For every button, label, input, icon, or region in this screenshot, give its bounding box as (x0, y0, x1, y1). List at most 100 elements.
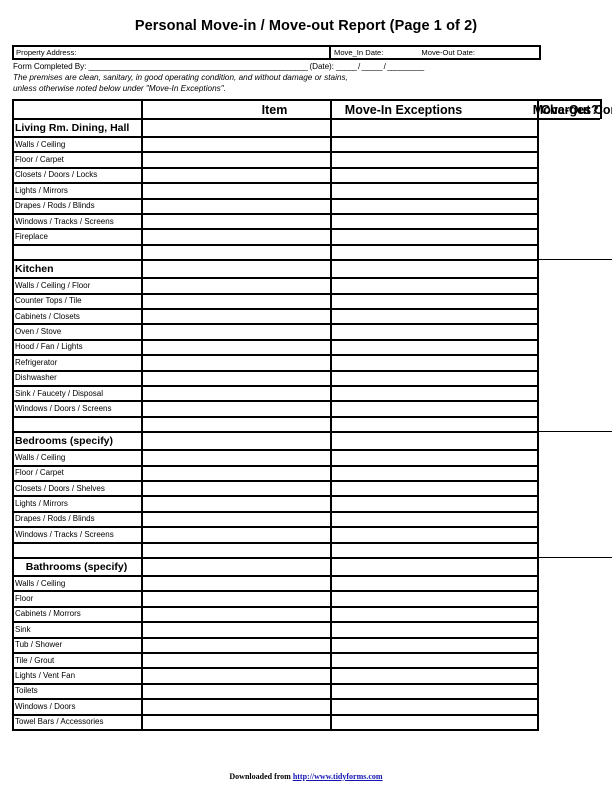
property-address-field[interactable]: Property Address: (14, 47, 331, 58)
row-item-3-0[interactable]: Walls / Ceiling (12, 576, 141, 591)
section-3-movein-cell[interactable] (141, 558, 330, 576)
row-item-0-7[interactable] (12, 245, 141, 260)
row-movein-1-3[interactable] (141, 324, 330, 339)
row-moveout-1-0[interactable] (330, 278, 537, 293)
row-item-0-0[interactable]: Walls / Ceiling (12, 137, 141, 152)
row-movein-1-6[interactable] (141, 371, 330, 386)
row-moveout-2-3[interactable] (330, 496, 537, 511)
section-1-moveout-cell[interactable] (330, 260, 537, 278)
row-movein-1-5[interactable] (141, 355, 330, 370)
row-item-2-6[interactable] (12, 543, 141, 558)
row-movein-2-6[interactable] (141, 543, 330, 558)
row-item-1-1[interactable]: Counter Tops / Tile (12, 294, 141, 309)
row-moveout-0-5[interactable] (330, 214, 537, 229)
row-moveout-1-5[interactable] (330, 355, 537, 370)
row-moveout-2-4[interactable] (330, 512, 537, 527)
row-movein-1-1[interactable] (141, 294, 330, 309)
row-moveout-0-0[interactable] (330, 137, 537, 152)
row-movein-0-0[interactable] (141, 137, 330, 152)
row-moveout-3-8[interactable] (330, 699, 537, 714)
row-movein-1-0[interactable] (141, 278, 330, 293)
row-movein-2-0[interactable] (141, 450, 330, 465)
row-moveout-1-2[interactable] (330, 309, 537, 324)
row-moveout-2-1[interactable] (330, 466, 537, 481)
row-moveout-0-3[interactable] (330, 183, 537, 198)
row-moveout-3-4[interactable] (330, 638, 537, 653)
row-movein-1-9[interactable] (141, 417, 330, 432)
row-item-1-3[interactable]: Oven / Stove (12, 324, 141, 339)
row-item-0-4[interactable]: Drapes / Rods / Blinds (12, 199, 141, 214)
row-moveout-1-3[interactable] (330, 324, 537, 339)
section-1-movein-cell[interactable] (141, 260, 330, 278)
row-moveout-1-1[interactable] (330, 294, 537, 309)
row-movein-0-2[interactable] (141, 168, 330, 183)
row-movein-3-9[interactable] (141, 715, 330, 730)
section-0-moveout-cell[interactable] (330, 119, 537, 137)
row-moveout-1-8[interactable] (330, 401, 537, 416)
row-item-0-3[interactable]: Lights / Mirrors (12, 183, 141, 198)
row-moveout-0-4[interactable] (330, 199, 537, 214)
row-moveout-2-2[interactable] (330, 481, 537, 496)
row-movein-2-2[interactable] (141, 481, 330, 496)
row-moveout-3-2[interactable] (330, 607, 537, 622)
row-item-1-0[interactable]: Walls / Ceiling / Floor (12, 278, 141, 293)
row-item-3-9[interactable]: Towel Bars / Accessories (12, 715, 141, 730)
row-item-1-5[interactable]: Refrigerator (12, 355, 141, 370)
row-movein-0-1[interactable] (141, 152, 330, 167)
row-movein-3-8[interactable] (141, 699, 330, 714)
row-movein-0-4[interactable] (141, 199, 330, 214)
row-moveout-1-4[interactable] (330, 340, 537, 355)
row-moveout-1-6[interactable] (330, 371, 537, 386)
row-item-0-5[interactable]: Windows / Tracks / Screens (12, 214, 141, 229)
row-moveout-3-5[interactable] (330, 653, 537, 668)
row-item-2-5[interactable]: Windows / Tracks / Screens (12, 527, 141, 542)
row-moveout-2-5[interactable] (330, 527, 537, 542)
row-item-1-6[interactable]: Dishwasher (12, 371, 141, 386)
row-moveout-0-2[interactable] (330, 168, 537, 183)
row-item-1-8[interactable]: Windows / Doors / Screens (12, 401, 141, 416)
row-moveout-3-7[interactable] (330, 684, 537, 699)
row-movein-3-2[interactable] (141, 607, 330, 622)
row-movein-0-7[interactable] (141, 245, 330, 260)
row-movein-2-4[interactable] (141, 512, 330, 527)
row-item-2-3[interactable]: Lights / Mirrors (12, 496, 141, 511)
row-item-3-3[interactable]: Sink (12, 622, 141, 637)
row-movein-2-1[interactable] (141, 466, 330, 481)
row-moveout-0-7[interactable] (330, 245, 537, 260)
row-movein-3-3[interactable] (141, 622, 330, 637)
section-3-moveout-cell[interactable] (330, 558, 537, 576)
row-movein-0-3[interactable] (141, 183, 330, 198)
row-item-3-8[interactable]: Windows / Doors (12, 699, 141, 714)
row-item-2-2[interactable]: Closets / Doors / Shelves (12, 481, 141, 496)
section-title-3[interactable]: Bathrooms (specify) (12, 558, 141, 576)
row-item-3-2[interactable]: Cabinets / Morrors (12, 607, 141, 622)
form-completed-line[interactable]: Form Completed By: _____________________… (13, 62, 573, 71)
row-movein-1-2[interactable] (141, 309, 330, 324)
row-movein-1-4[interactable] (141, 340, 330, 355)
row-movein-0-6[interactable] (141, 229, 330, 244)
row-moveout-3-1[interactable] (330, 591, 537, 606)
row-item-1-7[interactable]: Sink / Faucety / Disposal (12, 386, 141, 401)
section-title-2[interactable]: Bedrooms (specify) (12, 432, 141, 450)
row-item-0-2[interactable]: Closets / Doors / Locks (12, 168, 141, 183)
row-movein-1-7[interactable] (141, 386, 330, 401)
row-moveout-3-6[interactable] (330, 668, 537, 683)
row-moveout-0-6[interactable] (330, 229, 537, 244)
row-movein-2-3[interactable] (141, 496, 330, 511)
row-movein-3-7[interactable] (141, 684, 330, 699)
row-movein-3-5[interactable] (141, 653, 330, 668)
section-0-movein-cell[interactable] (141, 119, 330, 137)
row-item-3-5[interactable]: Tile / Grout (12, 653, 141, 668)
section-2-movein-cell[interactable] (141, 432, 330, 450)
row-item-3-7[interactable]: Toilets (12, 684, 141, 699)
row-item-1-9[interactable] (12, 417, 141, 432)
section-title-1[interactable]: Kitchen (12, 260, 141, 278)
row-movein-1-8[interactable] (141, 401, 330, 416)
row-item-2-1[interactable]: Floor / Carpet (12, 466, 141, 481)
row-movein-3-4[interactable] (141, 638, 330, 653)
row-moveout-3-0[interactable] (330, 576, 537, 591)
row-moveout-2-6[interactable] (330, 543, 537, 558)
row-item-3-6[interactable]: Lights / Vent Fan (12, 668, 141, 683)
row-item-3-4[interactable]: Tub / Shower (12, 638, 141, 653)
row-movein-3-6[interactable] (141, 668, 330, 683)
